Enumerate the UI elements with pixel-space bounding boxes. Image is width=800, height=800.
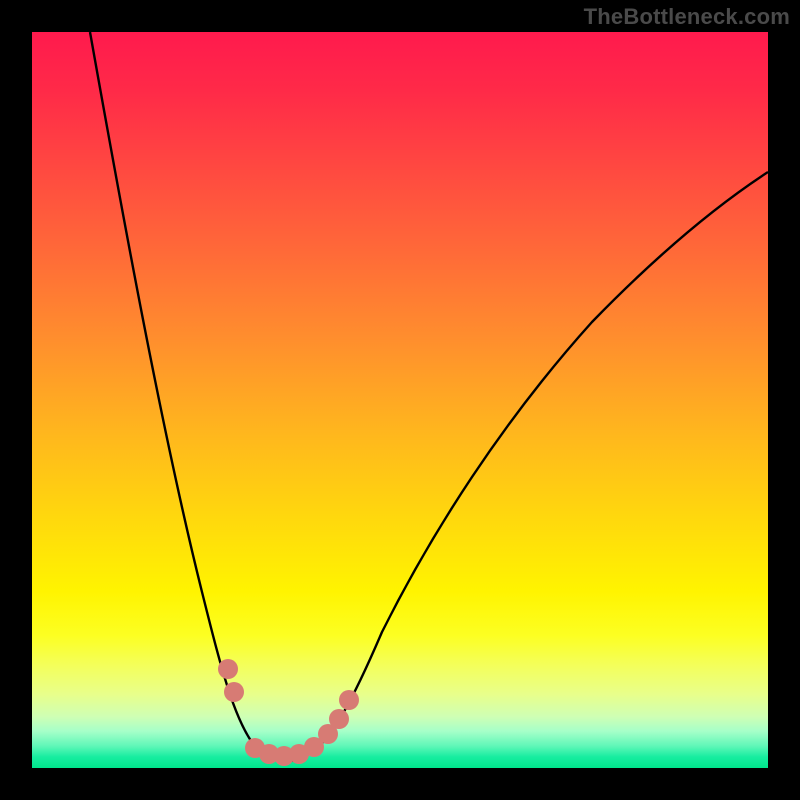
outer-frame: TheBottleneck.com (0, 0, 800, 800)
curve-layer (32, 32, 768, 768)
watermark-text: TheBottleneck.com (584, 4, 790, 30)
marker-dot (218, 659, 238, 679)
bottleneck-curve (90, 32, 768, 761)
highlighted-points (218, 659, 359, 766)
marker-dot (329, 709, 349, 729)
marker-dot (339, 690, 359, 710)
plot-area (32, 32, 768, 768)
marker-dot (224, 682, 244, 702)
